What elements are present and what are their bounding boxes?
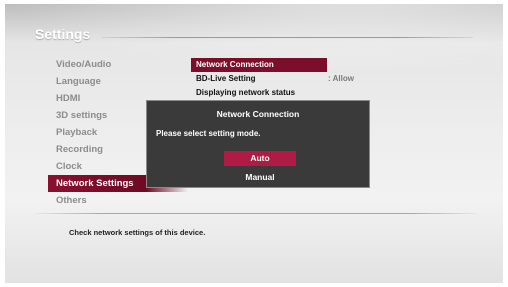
submenu-item-network-connection[interactable]: Network Connection — [191, 58, 327, 72]
menu-item-others[interactable]: Others — [48, 192, 188, 209]
settings-screen: Settings Video/Audio Language HDMI 3D se… — [5, 4, 503, 283]
menu-item-language[interactable]: Language — [48, 73, 188, 90]
submenu-item-label: BD-Live Setting — [196, 74, 256, 83]
submenu-item-bd-live-setting[interactable]: BD-Live Setting : Allow — [191, 72, 371, 86]
manual-option-button[interactable]: Manual — [224, 170, 296, 185]
submenu-item-value: : Allow — [328, 74, 354, 83]
dialog-title: Network Connection — [216, 109, 300, 119]
submenu-item-label: Displaying network status — [196, 88, 296, 97]
auto-option-button[interactable]: Auto — [224, 151, 296, 166]
menu-item-video-audio[interactable]: Video/Audio — [48, 56, 188, 73]
network-connection-dialog: Network Connection Please select setting… — [146, 100, 370, 188]
help-text: Check network settings of this device. — [69, 228, 206, 237]
network-submenu: Network Connection BD-Live Setting : All… — [191, 58, 371, 100]
title-divider — [101, 37, 473, 38]
dialog-message: Please select setting mode. — [156, 129, 261, 138]
bottom-divider — [35, 213, 477, 214]
page-title: Settings — [35, 26, 91, 42]
submenu-item-label: Network Connection — [196, 60, 274, 69]
submenu-item-network-status[interactable]: Displaying network status — [191, 86, 371, 100]
